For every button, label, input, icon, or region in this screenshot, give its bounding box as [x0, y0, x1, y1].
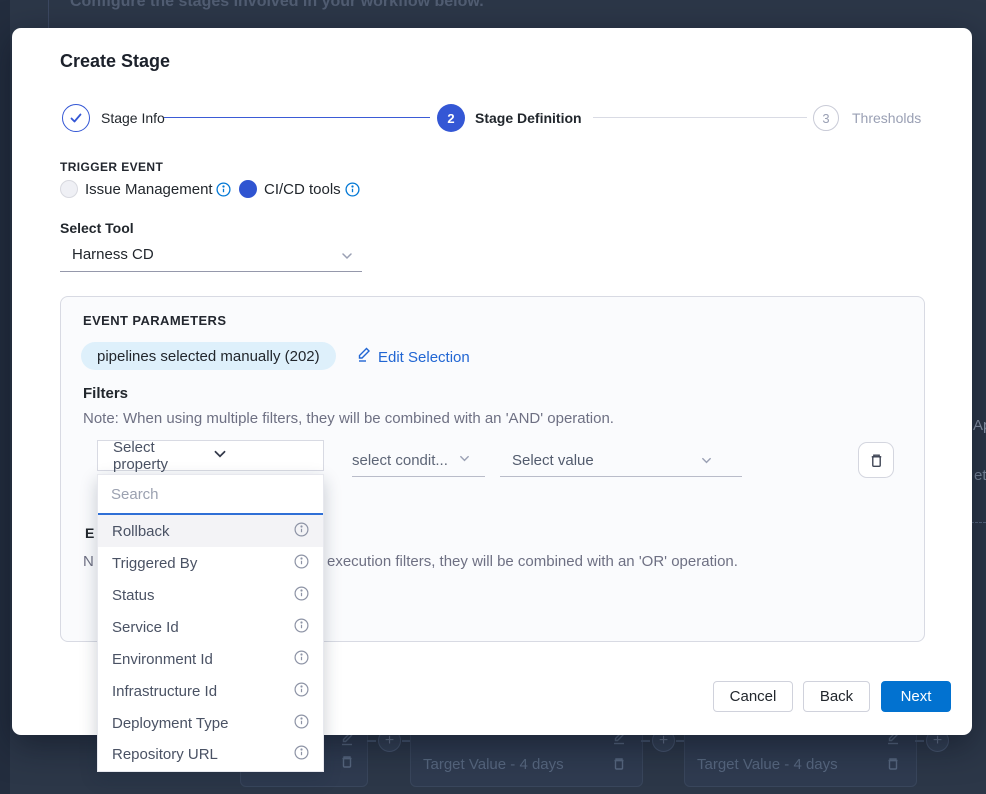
radio-issue-management-label[interactable]: Issue Management	[85, 181, 213, 198]
info-icon[interactable]	[294, 586, 309, 605]
modal-title: Create Stage	[60, 51, 170, 72]
bg-dashed-divider	[971, 522, 986, 523]
chevron-down-icon	[700, 454, 713, 471]
stepper-connector-inactive	[593, 117, 807, 118]
tool-select-value: Harness CD	[72, 246, 154, 263]
info-icon[interactable]	[294, 618, 309, 637]
dropdown-option-label: Service Id	[112, 619, 179, 636]
edit-icon	[356, 347, 372, 367]
pipeline-selection-chip: pipelines selected manually (202)	[81, 342, 336, 370]
info-icon[interactable]	[294, 522, 309, 541]
dropdown-option[interactable]: Status	[98, 579, 323, 611]
info-icon[interactable]	[294, 554, 309, 573]
bg-fragment-right-1: Ap	[973, 417, 986, 434]
search-input[interactable]: Search	[98, 475, 323, 515]
value-select[interactable]: Select value	[512, 452, 594, 469]
step-3-badge[interactable]: 3	[813, 105, 839, 131]
search-placeholder: Search	[111, 486, 159, 503]
create-stage-modal: Create Stage Stage Info 2 Stage Definiti…	[12, 28, 972, 735]
radio-cicd-tools-label[interactable]: CI/CD tools	[264, 181, 341, 198]
step-1-complete-icon[interactable]	[62, 104, 90, 132]
chevron-down-icon	[212, 446, 311, 466]
step-2-label[interactable]: Stage Definition	[475, 110, 582, 126]
dropdown-option[interactable]: Service Id	[98, 611, 323, 643]
trigger-event-label: TRIGGER EVENT	[60, 160, 163, 174]
info-icon[interactable]	[345, 182, 360, 202]
trash-icon[interactable]	[339, 754, 355, 775]
step-1-label[interactable]: Stage Info	[101, 110, 165, 126]
info-icon[interactable]	[216, 182, 231, 202]
next-button[interactable]: Next	[881, 681, 951, 712]
dropdown-option-label: Triggered By	[112, 555, 197, 572]
dropdown-option-label: Rollback	[112, 523, 170, 540]
connector-dash	[915, 740, 924, 742]
condition-select-underline	[352, 476, 485, 477]
left-nav-sliver	[0, 0, 10, 794]
bg-fragment-right-2: et	[974, 467, 986, 484]
info-icon[interactable]	[294, 682, 309, 701]
step-2-badge[interactable]: 2	[437, 104, 465, 132]
value-select-underline	[500, 476, 742, 477]
background-page-heading: Configure the stages involved in your wo…	[70, 0, 484, 11]
edit-selection-label: Edit Selection	[378, 349, 470, 366]
filters-heading: Filters	[83, 385, 128, 402]
trash-icon[interactable]	[611, 756, 627, 777]
select-tool-label: Select Tool	[60, 220, 134, 236]
edit-selection-link[interactable]: Edit Selection	[356, 347, 470, 367]
tool-select[interactable]: Harness CD	[60, 240, 362, 272]
dropdown-option[interactable]: Rollback	[98, 515, 323, 547]
connector-dash	[367, 740, 376, 742]
property-select-placeholder: Select property	[113, 439, 212, 473]
dropdown-option[interactable]: Triggered By	[98, 547, 323, 579]
workflow-card-label: Target Value - 4 days	[423, 756, 564, 773]
info-icon[interactable]	[294, 714, 309, 733]
dropdown-option-label: Repository URL	[112, 746, 218, 763]
dropdown-option-label: Status	[112, 587, 155, 604]
property-dropdown-panel: Search Rollback Triggered By Status Serv…	[97, 474, 324, 772]
execution-filters-heading-fragment: E	[85, 525, 94, 541]
trash-icon[interactable]	[885, 756, 901, 777]
condition-select-placeholder: select condit...	[352, 452, 448, 469]
execution-note-fragment-right: execution filters, they will be combined…	[327, 553, 738, 570]
dropdown-option[interactable]: Infrastructure Id	[98, 675, 323, 707]
cancel-button[interactable]: Cancel	[713, 681, 793, 712]
property-select[interactable]: Select property	[97, 440, 324, 471]
remove-filter-button[interactable]	[858, 442, 894, 478]
dropdown-option-label: Infrastructure Id	[112, 683, 217, 700]
dropdown-option[interactable]: Repository URL	[98, 739, 323, 771]
back-button[interactable]: Back	[803, 681, 870, 712]
filters-note: Note: When using multiple filters, they …	[83, 410, 614, 427]
radio-issue-management[interactable]	[60, 180, 78, 198]
connector-dash	[641, 740, 650, 742]
chevron-down-icon	[340, 249, 354, 268]
panel-divider	[48, 0, 49, 28]
chevron-down-icon	[458, 452, 471, 469]
radio-cicd-tools[interactable]	[239, 180, 257, 198]
dropdown-option-label: Environment Id	[112, 651, 213, 668]
condition-select[interactable]: select condit...	[352, 452, 471, 469]
stepper-connector-active	[164, 117, 430, 118]
info-icon[interactable]	[294, 745, 309, 764]
dropdown-option[interactable]: Environment Id	[98, 643, 323, 675]
dropdown-option[interactable]: Deployment Type	[98, 707, 323, 739]
workflow-card-label: Target Value - 4 days	[697, 756, 838, 773]
dropdown-option-label: Deployment Type	[112, 715, 228, 732]
event-parameters-heading: EVENT PARAMETERS	[83, 313, 226, 328]
execution-note-fragment-left: N	[83, 553, 94, 570]
info-icon[interactable]	[294, 650, 309, 669]
step-3-label[interactable]: Thresholds	[852, 110, 921, 126]
value-select-placeholder: Select value	[512, 452, 594, 469]
